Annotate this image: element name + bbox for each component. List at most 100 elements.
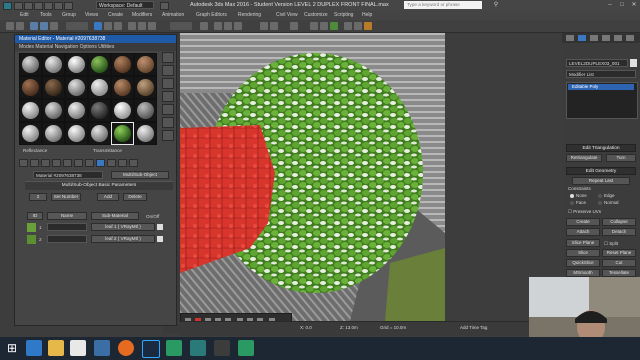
3dsmax-icon[interactable] (190, 340, 206, 356)
constraint-edge-radio[interactable]: Edge (598, 193, 615, 198)
slice-plane-button[interactable]: Slice Plane (566, 239, 600, 247)
undo-icon[interactable] (6, 22, 14, 30)
binoculars-icon[interactable]: ⚲ (490, 1, 502, 9)
material-slot[interactable] (65, 122, 88, 145)
multisub-rollout-header[interactable]: Multi/Sub-Object Basic Parameters (25, 181, 173, 190)
reset-plane-button[interactable]: Reset Plane (602, 249, 636, 257)
assign-material-icon[interactable] (41, 159, 50, 167)
turn-button[interactable]: Turn (606, 154, 636, 162)
sample-uv-tiling-icon[interactable] (162, 91, 174, 102)
camtasia-recorder-icon[interactable] (238, 340, 254, 356)
open-file-icon[interactable] (24, 2, 33, 10)
menu-item[interactable]: Create (108, 12, 123, 18)
redo-icon[interactable] (16, 22, 24, 30)
material-type-button[interactable]: Multi/Sub-Object (111, 171, 169, 179)
undo-icon[interactable] (44, 2, 53, 10)
pivot-icon[interactable] (200, 22, 208, 30)
repeat-last-button[interactable]: Repeat Last (572, 177, 630, 185)
search-input[interactable]: Type a keyword or phrase (404, 1, 482, 9)
modifier-stack[interactable]: Editable Poly (566, 82, 638, 119)
modify-tab-icon[interactable] (578, 35, 586, 41)
column-header-id[interactable]: ID (27, 212, 43, 220)
minimize-button[interactable]: – (604, 1, 616, 9)
modifier-stack-item[interactable]: Editable Poly (568, 84, 634, 90)
app-logo-icon[interactable] (3, 2, 12, 10)
material-slot[interactable] (42, 53, 65, 76)
cinema4d-icon[interactable] (94, 340, 110, 356)
background-icon[interactable] (162, 78, 174, 89)
video-color-check-icon[interactable] (162, 104, 174, 115)
material-slot[interactable] (134, 76, 157, 99)
material-slot[interactable] (65, 76, 88, 99)
menu-item[interactable]: Modifiers (132, 12, 152, 18)
preserve-uvs-checkbox[interactable]: ☐ Preserve UVs (568, 209, 601, 215)
add-time-tag-button[interactable]: Add Time Tag (460, 325, 487, 330)
material-id-icon[interactable] (85, 159, 94, 167)
object-name-field[interactable]: LEVEL2DUPLEX03_001 (566, 59, 628, 67)
put-material-icon[interactable] (30, 159, 39, 167)
menu-item[interactable]: Animation (162, 12, 184, 18)
detach-button[interactable]: Detach (602, 228, 636, 236)
utilities-tab-icon[interactable] (626, 35, 634, 41)
constraint-face-radio[interactable]: Face (570, 200, 586, 205)
modifier-list-dropdown[interactable]: Modifier List (566, 70, 636, 78)
material-slot[interactable] (134, 53, 157, 76)
schematic-view-icon[interactable] (320, 22, 328, 30)
project-folder-icon[interactable] (64, 2, 73, 10)
material-slot[interactable] (134, 99, 157, 122)
link-icon[interactable] (30, 22, 38, 30)
material-slot[interactable] (111, 53, 134, 76)
menu-item[interactable]: Customize (304, 12, 328, 18)
align-icon[interactable] (270, 22, 278, 30)
material-swatch-icon[interactable] (27, 235, 36, 244)
media-player-icon[interactable] (70, 340, 86, 356)
material-slot[interactable] (134, 122, 157, 145)
material-slot[interactable] (42, 122, 65, 145)
internet-explorer-icon[interactable] (26, 340, 42, 356)
menu-item[interactable]: Tools (40, 12, 52, 18)
retriangulate-button[interactable]: Retriangulate (566, 154, 602, 162)
photoshop-icon[interactable] (142, 340, 160, 358)
create-button[interactable]: Create (566, 218, 600, 226)
msmooth-button[interactable]: MSmooth (566, 269, 600, 277)
menu-item[interactable]: Views (85, 12, 98, 18)
show-end-result-icon[interactable] (107, 159, 116, 167)
edit-triangulation-rollout[interactable]: Edit Triangulation (566, 144, 636, 152)
tessellate-button[interactable]: Tessellate (602, 269, 636, 277)
menu-item[interactable]: Edit (20, 12, 29, 18)
submaterial-button[interactable]: leaf 2 ( VRayMtl ) (91, 235, 155, 243)
set-number-button[interactable]: Set Number (51, 193, 81, 201)
material-slot[interactable] (19, 122, 42, 145)
rendered-frame-window-icon[interactable] (354, 22, 362, 30)
percent-snap-icon[interactable] (234, 22, 242, 30)
material-slot[interactable] (19, 53, 42, 76)
make-preview-icon[interactable] (162, 117, 174, 128)
rectangular-selection-icon[interactable] (114, 22, 122, 30)
submaterial-name-field[interactable] (47, 223, 87, 231)
maxscript-icon[interactable] (160, 2, 169, 10)
material-slot[interactable] (111, 76, 134, 99)
perspective-viewport[interactable] (180, 33, 445, 321)
onoff-checkbox[interactable] (157, 224, 163, 230)
firefox-icon[interactable] (118, 340, 134, 356)
go-to-parent-icon[interactable] (118, 159, 127, 167)
collapse-button[interactable]: Collapse (602, 218, 636, 226)
material-name-field[interactable]: Material #2097638738 (33, 171, 103, 179)
reference-coordinate-dropdown[interactable] (170, 22, 192, 30)
options-icon[interactable] (162, 130, 174, 141)
menu-item[interactable]: Scripting (334, 12, 353, 18)
count-field[interactable]: 2 (29, 193, 47, 201)
redo-icon[interactable] (54, 2, 63, 10)
save-file-icon[interactable] (34, 2, 43, 10)
add-button[interactable]: Add (97, 193, 119, 201)
onoff-checkbox[interactable] (157, 236, 163, 242)
display-tab-icon[interactable] (614, 35, 622, 41)
layer-manager-icon[interactable] (290, 22, 298, 30)
material-swatch-icon[interactable] (27, 223, 36, 232)
move-icon[interactable] (128, 22, 136, 30)
attach-button[interactable]: Attach (566, 228, 600, 236)
menu-item[interactable]: Civil View (276, 12, 298, 18)
material-slot[interactable] (88, 99, 111, 122)
show-in-viewport-icon[interactable] (96, 159, 105, 167)
new-file-icon[interactable] (14, 2, 23, 10)
